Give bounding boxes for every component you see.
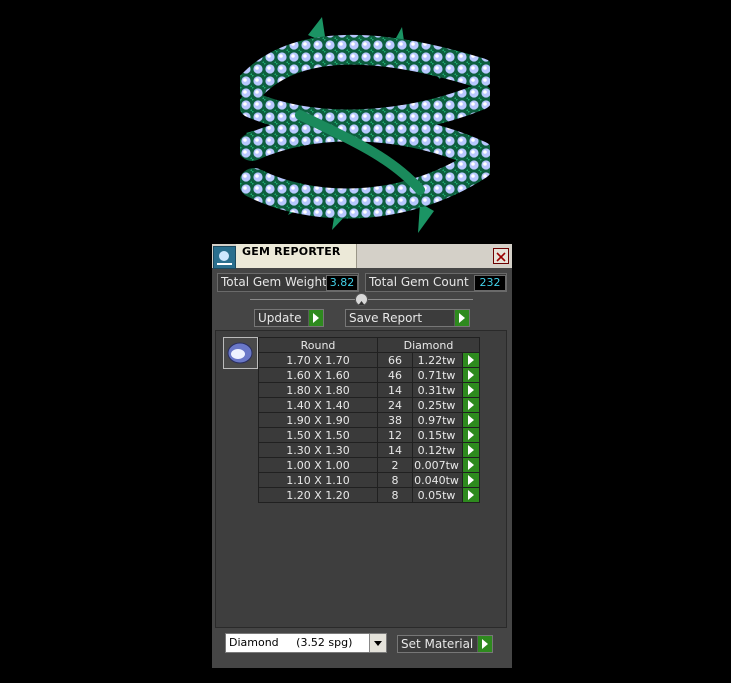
table-row[interactable]: 1.00 X 1.00 2 0.007tw	[258, 457, 480, 473]
gem-count-cell: 66	[377, 352, 413, 368]
gem-count-cell: 8	[377, 472, 413, 488]
update-button[interactable]: Update	[254, 309, 324, 327]
total-gem-count-value: 232	[474, 275, 506, 291]
table-row[interactable]: 1.40 X 1.40 24 0.25tw	[258, 397, 480, 413]
total-gem-count: Total Gem Count 232	[365, 273, 507, 292]
gem-weight-cell: 0.007tw	[412, 457, 463, 473]
gem-size-cell: 1.30 X 1.30	[258, 442, 378, 458]
gem-list-area[interactable]: Round Diamond 1.70 X 1.70 66 1.22tw 1.60 X …	[215, 330, 507, 628]
ring-3d-preview	[240, 17, 490, 233]
save-report-button-label: Save Report	[349, 311, 423, 325]
gem-count-cell: 14	[377, 382, 413, 398]
table-row[interactable]: 1.80 X 1.80 14 0.31tw	[258, 382, 480, 398]
round-gem-icon[interactable]	[223, 337, 258, 369]
play-arrow-icon	[454, 310, 469, 326]
total-gem-weight-label: Total Gem Weight	[221, 275, 327, 289]
gem-size-cell: 1.00 X 1.00	[258, 457, 378, 473]
title-bar[interactable]: GEM REPORTER	[212, 244, 512, 269]
total-gem-count-label: Total Gem Count	[369, 275, 469, 289]
gem-weight-cell: 1.22tw	[412, 352, 463, 368]
table-row[interactable]: 1.90 X 1.90 38 0.97tw	[258, 412, 480, 428]
close-icon[interactable]	[493, 248, 509, 264]
gem-reporter-panel: GEM REPORTER Total Gem Weight 3.82 Total…	[212, 244, 512, 668]
gem-count-cell: 46	[377, 367, 413, 383]
gem-size-cell: 1.40 X 1.40	[258, 397, 378, 413]
table-row[interactable]: 1.70 X 1.70 66 1.22tw	[258, 352, 480, 368]
gem-size-cell: 1.10 X 1.10	[258, 472, 378, 488]
gem-size-cell: 1.50 X 1.50	[258, 427, 378, 443]
gem-weight-cell: 0.05tw	[412, 487, 463, 503]
collapse-knob-icon[interactable]	[355, 293, 368, 306]
gem-count-cell: 8	[377, 487, 413, 503]
select-gem-arrow-icon[interactable]	[462, 412, 480, 428]
table-row[interactable]: 1.10 X 1.10 8 0.040tw	[258, 472, 480, 488]
set-material-button-label: Set Material	[401, 637, 474, 651]
table-row[interactable]: 1.20 X 1.20 8 0.05tw	[258, 487, 480, 503]
gem-weight-cell: 0.12tw	[412, 442, 463, 458]
select-gem-arrow-icon[interactable]	[462, 487, 480, 503]
set-material-button[interactable]: Set Material	[397, 635, 493, 653]
column-header-shape: Round	[258, 337, 378, 353]
select-gem-arrow-icon[interactable]	[462, 427, 480, 443]
select-gem-arrow-icon[interactable]	[462, 442, 480, 458]
update-button-label: Update	[258, 311, 302, 325]
play-arrow-icon	[477, 636, 492, 652]
gem-count-cell: 14	[377, 442, 413, 458]
select-gem-arrow-icon[interactable]	[462, 457, 480, 473]
gem-count-cell: 38	[377, 412, 413, 428]
select-gem-arrow-icon[interactable]	[462, 352, 480, 368]
table-row[interactable]: 1.60 X 1.60 46 0.71tw	[258, 367, 480, 383]
gem-size-cell: 1.20 X 1.20	[258, 487, 378, 503]
select-gem-arrow-icon[interactable]	[462, 397, 480, 413]
select-gem-arrow-icon[interactable]	[462, 382, 480, 398]
gem-weight-cell: 0.97tw	[412, 412, 463, 428]
chevron-down-icon[interactable]	[369, 634, 386, 652]
gem-reporter-logo-icon	[213, 246, 236, 269]
select-gem-arrow-icon[interactable]	[462, 472, 480, 488]
material-select[interactable]: Diamond (3.52 spg)	[225, 633, 387, 653]
gem-count-cell: 12	[377, 427, 413, 443]
save-report-button[interactable]: Save Report	[345, 309, 470, 327]
table-row[interactable]: 1.30 X 1.30 14 0.12tw	[258, 442, 480, 458]
gem-size-cell: 1.60 X 1.60	[258, 367, 378, 383]
select-gem-arrow-icon[interactable]	[462, 367, 480, 383]
gem-size-cell: 1.90 X 1.90	[258, 412, 378, 428]
play-arrow-icon	[308, 310, 323, 326]
gem-count-cell: 24	[377, 397, 413, 413]
gem-weight-cell: 0.25tw	[412, 397, 463, 413]
panel-title: GEM REPORTER	[242, 245, 341, 258]
gem-table: Round Diamond 1.70 X 1.70 66 1.22tw 1.60 X …	[258, 337, 480, 503]
total-gem-weight-value: 3.82	[326, 275, 358, 291]
gem-weight-cell: 0.31tw	[412, 382, 463, 398]
gem-weight-cell: 0.15tw	[412, 427, 463, 443]
gem-size-cell: 1.70 X 1.70	[258, 352, 378, 368]
total-gem-weight: Total Gem Weight 3.82	[217, 273, 359, 292]
gem-weight-cell: 0.040tw	[412, 472, 463, 488]
gem-weight-cell: 0.71tw	[412, 367, 463, 383]
column-header-material: Diamond	[377, 337, 480, 353]
gem-size-cell: 1.80 X 1.80	[258, 382, 378, 398]
table-row[interactable]: 1.50 X 1.50 12 0.15tw	[258, 427, 480, 443]
material-select-value: Diamond (3.52 spg)	[229, 636, 353, 649]
gem-count-cell: 2	[377, 457, 413, 473]
